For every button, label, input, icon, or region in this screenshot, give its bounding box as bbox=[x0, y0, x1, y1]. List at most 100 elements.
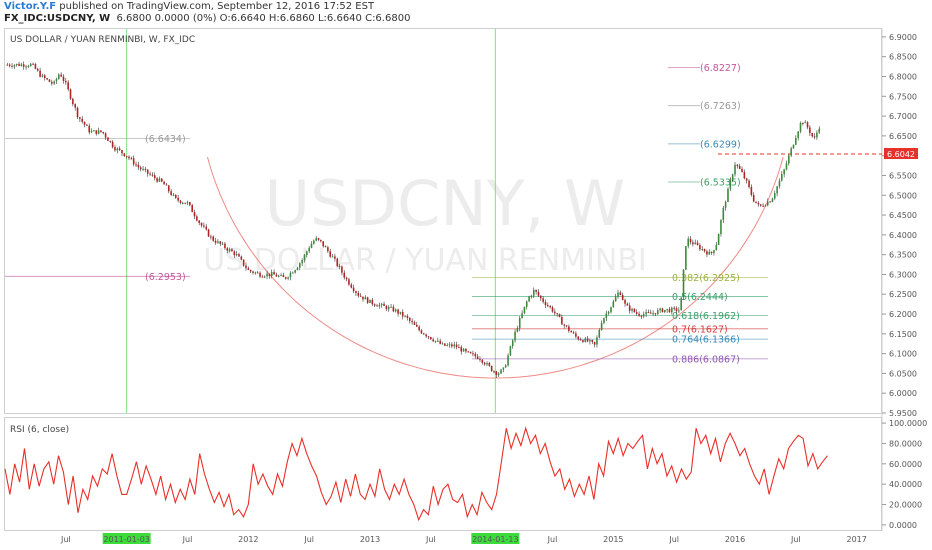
candle-body bbox=[270, 272, 273, 277]
candle-body bbox=[254, 272, 257, 274]
candle-body bbox=[748, 180, 750, 188]
price-tick-label: 6.1500 bbox=[889, 330, 917, 339]
candle-body bbox=[252, 271, 254, 273]
candle-body bbox=[780, 174, 783, 181]
candle-body bbox=[65, 80, 67, 83]
candle-body bbox=[701, 248, 704, 250]
price-tick-label: 6.9000 bbox=[889, 33, 917, 42]
candle-body bbox=[43, 75, 46, 79]
price-tick-label: 6.4000 bbox=[889, 231, 917, 240]
candle-body bbox=[130, 158, 133, 160]
last-price-value: 6.6042 bbox=[887, 150, 915, 159]
price-tick-label: 6.3500 bbox=[889, 251, 917, 260]
candle-body bbox=[563, 324, 565, 326]
candle-body bbox=[284, 277, 287, 279]
candle-body bbox=[100, 130, 102, 132]
time-tick-label: Jul bbox=[182, 535, 193, 544]
candle-body bbox=[640, 315, 643, 317]
candle-body bbox=[165, 184, 168, 186]
time-tick-label: Jul bbox=[790, 535, 801, 544]
candle-body bbox=[50, 81, 53, 84]
candle-body bbox=[446, 345, 449, 347]
candle-body bbox=[776, 186, 778, 194]
candle-body bbox=[364, 297, 367, 300]
candle-body bbox=[584, 338, 587, 343]
candle-body bbox=[76, 107, 79, 118]
level-label: 0.886(6.0867) bbox=[672, 354, 740, 365]
candle-body bbox=[289, 272, 292, 278]
candle-body bbox=[327, 247, 329, 252]
candle-body bbox=[210, 236, 212, 238]
candle-body bbox=[27, 66, 30, 68]
chart-canvas[interactable]: USDCNY, W US DOLLAR / YUAN RENMINBI (6.6… bbox=[0, 0, 932, 550]
candle-body bbox=[762, 205, 764, 207]
candle-body bbox=[518, 318, 521, 329]
candle-body bbox=[783, 169, 785, 175]
candle-body bbox=[816, 132, 818, 138]
candle-body bbox=[444, 343, 446, 346]
price-tick-label: 6.5000 bbox=[889, 191, 917, 200]
candle-body bbox=[659, 308, 661, 311]
candle-body bbox=[39, 70, 41, 77]
candle-body bbox=[125, 156, 128, 158]
candle-body bbox=[29, 63, 32, 67]
candle-body bbox=[717, 233, 720, 245]
candle-body bbox=[462, 348, 465, 352]
price-tick-label: 6.8500 bbox=[889, 53, 917, 62]
candle-body bbox=[715, 244, 718, 251]
candle-body bbox=[771, 198, 774, 203]
candle-body bbox=[790, 148, 792, 156]
candle-body bbox=[362, 296, 364, 300]
candle-body bbox=[247, 268, 250, 270]
candle-body bbox=[191, 205, 193, 213]
candle-body bbox=[727, 188, 729, 203]
candle-body bbox=[561, 316, 563, 325]
rsi-axis[interactable]: 100.0000 80.0000 60.0000 40.0000 20.0000 0.00… bbox=[882, 419, 927, 530]
candle-body bbox=[224, 243, 226, 249]
level-label: (6.6299) bbox=[700, 139, 741, 150]
price-tick-label: 6.0000 bbox=[889, 389, 917, 398]
price-tick-label: 6.4500 bbox=[889, 211, 917, 220]
rsi-panel[interactable] bbox=[4, 417, 882, 531]
candle-body bbox=[778, 180, 781, 187]
rsi-tick-label: 100.0000 bbox=[889, 419, 927, 428]
candle-body bbox=[455, 344, 458, 348]
candle-body bbox=[624, 299, 626, 304]
candle-body bbox=[303, 255, 306, 261]
candle-body bbox=[186, 202, 189, 204]
candle-body bbox=[596, 337, 598, 345]
candle-body bbox=[469, 351, 472, 354]
candle-body bbox=[341, 266, 343, 273]
candle-body bbox=[376, 305, 378, 307]
candle-body bbox=[111, 141, 114, 148]
candle-body bbox=[696, 242, 699, 245]
candle-body bbox=[486, 362, 488, 365]
candle-body bbox=[809, 127, 811, 134]
candle-body bbox=[797, 131, 799, 139]
candle-body bbox=[523, 306, 526, 314]
candle-body bbox=[172, 194, 175, 196]
candle-body bbox=[806, 122, 809, 128]
candle-body bbox=[175, 194, 177, 198]
candle-body bbox=[301, 260, 303, 264]
price-axis[interactable]: 6.9000 6.8500 6.8000 6.7500 6.7000 6.6500 6.60… bbox=[882, 33, 917, 418]
candle-body bbox=[198, 220, 200, 223]
candle-body bbox=[345, 277, 348, 280]
candle-body bbox=[472, 353, 474, 355]
price-tick-label: 6.2000 bbox=[889, 310, 917, 319]
candle-body bbox=[731, 174, 734, 181]
candle-body bbox=[818, 128, 821, 133]
candle-body bbox=[95, 130, 98, 134]
candle-body bbox=[182, 202, 184, 204]
candle-body bbox=[589, 340, 591, 342]
candle-body bbox=[614, 296, 617, 302]
main-panel-title: US DOLLAR / YUAN RENMINBI, W, FX_IDC bbox=[10, 35, 195, 45]
candle-body bbox=[123, 153, 126, 157]
candle-body bbox=[528, 296, 530, 302]
candle-body bbox=[261, 276, 264, 278]
candle-body bbox=[34, 63, 37, 69]
candle-body bbox=[11, 65, 13, 67]
candle-body bbox=[275, 274, 278, 277]
time-tick-label: 2015 bbox=[603, 535, 623, 544]
time-axis[interactable]: Jul 2011-01-03 Jul 2012 Jul 2013 Jul 2014-01-13… bbox=[60, 533, 867, 544]
